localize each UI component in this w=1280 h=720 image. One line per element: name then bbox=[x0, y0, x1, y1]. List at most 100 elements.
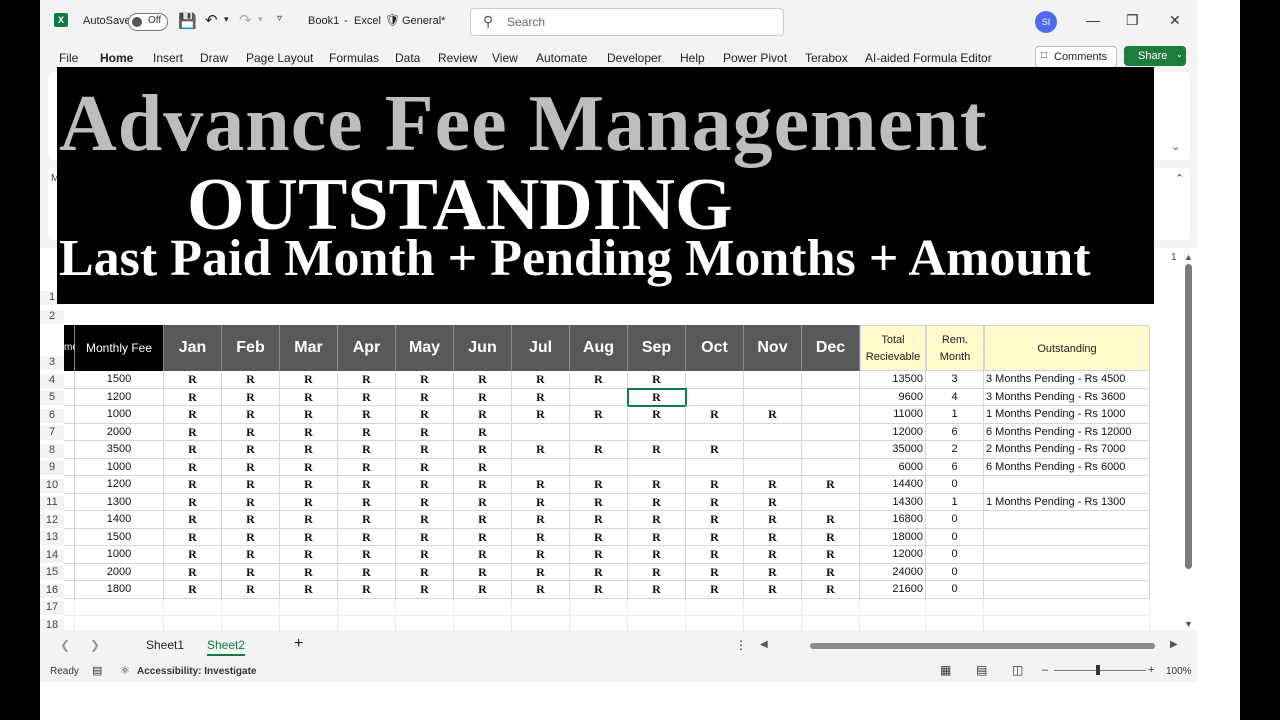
paid-mark-cell[interactable]: R bbox=[338, 493, 396, 511]
paid-mark-cell[interactable]: R bbox=[280, 458, 338, 476]
tab-insert[interactable]: Insert bbox=[153, 51, 183, 65]
scroll-left-icon[interactable]: ◀ bbox=[760, 639, 768, 650]
total-receivable-cell[interactable]: 18000 bbox=[860, 528, 926, 546]
paid-mark-cell[interactable]: R bbox=[164, 423, 222, 441]
paid-mark-cell[interactable] bbox=[628, 423, 686, 441]
outstanding-cell[interactable]: 1 Months Pending - Rs 1300 bbox=[984, 493, 1150, 511]
paid-mark-cell[interactable]: R bbox=[396, 511, 454, 529]
remaining-months-cell[interactable]: 0 bbox=[926, 476, 984, 494]
paid-mark-cell[interactable]: R bbox=[338, 423, 396, 441]
monthly-fee-cell[interactable]: 1500 bbox=[75, 371, 164, 389]
more-options-icon[interactable]: ⋮ bbox=[735, 638, 747, 652]
paid-mark-cell[interactable]: R bbox=[396, 528, 454, 546]
paid-mark-cell[interactable]: R bbox=[280, 388, 338, 406]
paid-mark-cell[interactable]: R bbox=[280, 546, 338, 564]
paid-mark-cell[interactable]: R bbox=[686, 581, 744, 599]
paid-mark-cell[interactable]: R bbox=[454, 423, 512, 441]
table-cell[interactable] bbox=[64, 441, 75, 459]
paid-mark-cell[interactable]: R bbox=[454, 581, 512, 599]
tab-automate[interactable]: Automate bbox=[536, 51, 587, 65]
paid-mark-cell[interactable] bbox=[744, 458, 802, 476]
empty-cell[interactable] bbox=[802, 598, 860, 616]
empty-cell[interactable] bbox=[222, 598, 280, 616]
paid-mark-cell[interactable]: R bbox=[280, 371, 338, 389]
paid-mark-cell[interactable]: R bbox=[454, 563, 512, 581]
paid-mark-cell[interactable]: R bbox=[686, 476, 744, 494]
paid-mark-cell[interactable]: R bbox=[280, 423, 338, 441]
paid-mark-cell[interactable]: R bbox=[628, 476, 686, 494]
paid-mark-cell[interactable]: R bbox=[628, 528, 686, 546]
outstanding-cell[interactable] bbox=[984, 546, 1150, 564]
paid-mark-cell[interactable]: R bbox=[396, 563, 454, 581]
paid-mark-cell[interactable]: R bbox=[164, 581, 222, 599]
monthly-fee-cell[interactable]: 1000 bbox=[75, 458, 164, 476]
total-receivable-cell[interactable]: 14300 bbox=[860, 493, 926, 511]
paid-mark-cell[interactable]: R bbox=[802, 546, 860, 564]
close-icon[interactable]: ✕ bbox=[1169, 12, 1181, 29]
paid-mark-cell[interactable]: R bbox=[628, 563, 686, 581]
share-button[interactable]: Share ⌄ bbox=[1124, 46, 1186, 66]
monthly-fee-cell[interactable]: 1200 bbox=[75, 388, 164, 406]
zoom-slider[interactable] bbox=[1054, 670, 1146, 671]
paid-mark-cell[interactable]: R bbox=[512, 406, 570, 424]
save-icon[interactable]: 💾 bbox=[178, 12, 197, 30]
empty-cell[interactable] bbox=[396, 616, 454, 634]
total-receivable-cell[interactable]: 12000 bbox=[860, 423, 926, 441]
paid-mark-cell[interactable]: R bbox=[686, 493, 744, 511]
monthly-fee-cell[interactable]: 2000 bbox=[75, 423, 164, 441]
paid-mark-cell[interactable]: R bbox=[570, 546, 628, 564]
row-header[interactable]: 5 bbox=[40, 391, 64, 405]
paid-mark-cell[interactable]: R bbox=[396, 406, 454, 424]
paid-mark-cell[interactable]: R bbox=[454, 493, 512, 511]
paid-mark-cell[interactable]: R bbox=[512, 388, 570, 406]
table-cell[interactable] bbox=[64, 423, 75, 441]
outstanding-cell[interactable]: 3 Months Pending - Rs 3600 bbox=[984, 388, 1150, 406]
tab-developer[interactable]: Developer bbox=[607, 51, 662, 65]
paid-mark-cell[interactable]: R bbox=[338, 441, 396, 459]
empty-cell[interactable] bbox=[164, 616, 222, 634]
paid-mark-cell[interactable]: R bbox=[802, 528, 860, 546]
outstanding-cell[interactable]: 6 Months Pending - Rs 6000 bbox=[984, 458, 1150, 476]
paid-mark-cell[interactable]: R bbox=[396, 476, 454, 494]
paid-mark-cell[interactable]: R bbox=[222, 546, 280, 564]
paid-mark-cell[interactable]: R bbox=[628, 441, 686, 459]
outstanding-cell[interactable]: 3 Months Pending - Rs 4500 bbox=[984, 371, 1150, 389]
total-receivable-cell[interactable]: 14400 bbox=[860, 476, 926, 494]
row-header[interactable]: 10 bbox=[40, 478, 64, 493]
outstanding-cell[interactable] bbox=[984, 581, 1150, 599]
paid-mark-cell[interactable]: R bbox=[628, 511, 686, 529]
comments-button[interactable]: □ Comments bbox=[1035, 46, 1117, 68]
paid-mark-cell[interactable]: R bbox=[222, 493, 280, 511]
paid-mark-cell[interactable] bbox=[802, 371, 860, 389]
empty-cell[interactable] bbox=[744, 616, 802, 634]
formula-bar-collapse-icon[interactable]: ⌃ bbox=[1175, 172, 1184, 185]
paid-mark-cell[interactable]: R bbox=[396, 371, 454, 389]
empty-cell[interactable] bbox=[454, 598, 512, 616]
paid-mark-cell[interactable]: R bbox=[628, 406, 686, 424]
paid-mark-cell[interactable] bbox=[802, 423, 860, 441]
paid-mark-cell[interactable]: R bbox=[802, 511, 860, 529]
paid-mark-cell[interactable]: R bbox=[454, 511, 512, 529]
redo-icon[interactable]: ↷ bbox=[239, 11, 252, 29]
paid-mark-cell[interactable]: R bbox=[744, 406, 802, 424]
empty-cell[interactable] bbox=[926, 616, 984, 634]
empty-cell[interactable] bbox=[338, 598, 396, 616]
empty-cell[interactable] bbox=[802, 616, 860, 634]
paid-mark-cell[interactable]: R bbox=[744, 581, 802, 599]
monthly-fee-cell[interactable]: 1500 bbox=[75, 528, 164, 546]
scroll-right-icon[interactable]: ▶ bbox=[1170, 639, 1178, 650]
paid-mark-cell[interactable]: R bbox=[222, 388, 280, 406]
paid-mark-cell[interactable]: R bbox=[396, 493, 454, 511]
row-header[interactable]: 14 bbox=[40, 548, 64, 563]
row-header[interactable]: 18 bbox=[40, 618, 64, 633]
outstanding-cell[interactable]: 6 Months Pending - Rs 12000 bbox=[984, 423, 1150, 441]
total-receivable-cell[interactable]: 11000 bbox=[860, 406, 926, 424]
monthly-fee-cell[interactable]: 1000 bbox=[75, 406, 164, 424]
row-header[interactable]: 16 bbox=[40, 583, 64, 598]
sensitivity-label[interactable]: General* bbox=[402, 15, 445, 27]
monthly-fee-cell[interactable]: 1400 bbox=[75, 511, 164, 529]
paid-mark-cell[interactable]: R bbox=[280, 511, 338, 529]
row-header[interactable]: 12 bbox=[40, 513, 64, 528]
redo-dropdown-icon[interactable]: ▾ bbox=[258, 14, 263, 25]
paid-mark-cell[interactable]: R bbox=[164, 476, 222, 494]
